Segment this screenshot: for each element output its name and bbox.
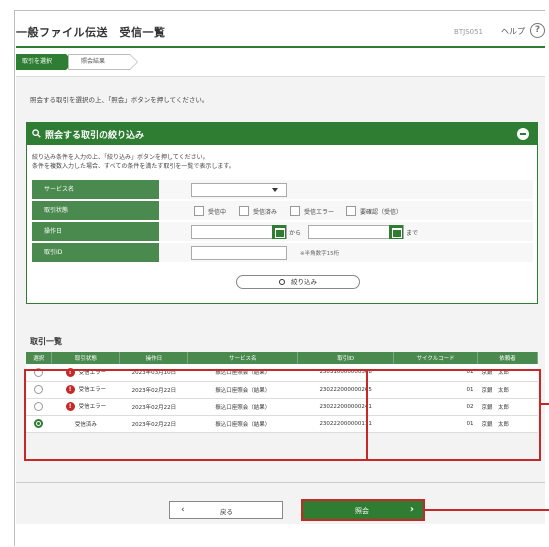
- page-header: 一般ファイル伝送 受信一覧 BTJS051 ヘルプ ?: [16, 14, 545, 48]
- transaction-id-input[interactable]: [191, 246, 287, 260]
- filter-button-label: 絞り込み: [291, 278, 317, 286]
- col-service: サービス名: [187, 352, 299, 364]
- calendar-icon[interactable]: [389, 225, 403, 239]
- search-icon: [32, 129, 41, 138]
- filter-note-line2: 条件を複数入力した場合、すべての条件を満たす取引を一覧で表示します。: [32, 163, 235, 170]
- service-value: [159, 180, 533, 199]
- calendar-icon[interactable]: [272, 225, 286, 239]
- filter-note: 絞り込み条件を入力の上、「絞り込み」ボタンを押してください。 条件を複数入力した…: [32, 153, 235, 171]
- id-value: ※半角数字15桁: [159, 243, 533, 262]
- col-status: 取引状態: [51, 352, 121, 364]
- callout-line-button: [425, 509, 549, 511]
- status-needs-check-label: 要確認（受信）: [360, 209, 403, 216]
- filter-row-id: 取引ID ※半角数字15桁: [32, 242, 533, 262]
- status-receiving-label: 受信中: [208, 209, 227, 216]
- filter-row-status: 取引状態 受信中 受信済み 受信エラー 要確認（受信）: [32, 200, 533, 220]
- status-label: 取引状態: [32, 201, 159, 220]
- filter-button[interactable]: 絞り込み: [236, 275, 360, 289]
- service-select[interactable]: [191, 183, 287, 197]
- id-hint: ※半角数字15桁: [300, 251, 340, 257]
- search-icon: [279, 279, 285, 285]
- list-highlight-frame-right: [366, 369, 541, 461]
- table-header-row: 選択 取引状態 操作日 サービス名 取引ID サイクルコード 依頼者: [26, 352, 538, 364]
- step-select-transaction: 取引を選択: [16, 54, 74, 70]
- col-cycle: サイクルコード: [393, 352, 478, 364]
- screen-id: BTJS051: [454, 28, 483, 36]
- date-label: 操作日: [32, 222, 159, 241]
- chevron-left-icon: ‹: [181, 505, 185, 515]
- callout-line-list: [541, 403, 549, 405]
- filter-row-service: サービス名: [32, 179, 533, 199]
- col-requester: 依頼者: [477, 352, 538, 364]
- question-circle-icon[interactable]: ?: [530, 23, 545, 38]
- col-date: 操作日: [119, 352, 189, 364]
- collapse-icon[interactable]: [517, 128, 529, 140]
- filter-panel-header[interactable]: 照会する取引の絞り込み: [27, 123, 537, 145]
- filter-panel-title: 照会する取引の絞り込み: [45, 131, 145, 141]
- chevron-down-icon: [272, 188, 278, 192]
- status-error-label: 受信エラー: [304, 209, 335, 216]
- status-needs-check-checkbox[interactable]: [346, 206, 356, 216]
- date-from-sep: から: [289, 230, 302, 237]
- inquiry-button[interactable]: 照会 ›: [301, 499, 425, 521]
- date-value: から まで: [159, 222, 533, 241]
- filter-row-date: 操作日 から まで: [32, 221, 533, 241]
- status-error-checkbox[interactable]: [290, 206, 300, 216]
- date-to-sep: まで: [406, 230, 419, 237]
- status-value: 受信中 受信済み 受信エラー 要確認（受信）: [159, 201, 533, 220]
- instruction-text: 照会する取引を選択の上、「照会」ボタンを押してください。: [30, 96, 209, 104]
- back-button-label: 戻る: [220, 508, 233, 516]
- step-inquiry-result: 照会結果: [68, 54, 138, 70]
- id-label: 取引ID: [32, 243, 159, 262]
- page-title: 一般ファイル伝送 受信一覧: [16, 26, 166, 39]
- chevron-right-icon: ›: [409, 504, 414, 515]
- list-title: 取引一覧: [30, 337, 62, 346]
- status-receiving-checkbox[interactable]: [194, 206, 204, 216]
- inquiry-button-label: 照会: [355, 507, 369, 515]
- filter-panel: 照会する取引の絞り込み 絞り込み条件を入力の上、「絞り込み」ボタンを押してくださ…: [26, 122, 538, 304]
- status-received-checkbox[interactable]: [239, 206, 249, 216]
- service-label: サービス名: [32, 180, 159, 199]
- divider: [16, 482, 545, 483]
- col-id: 取引ID: [297, 352, 395, 364]
- help-link[interactable]: ヘルプ: [501, 26, 525, 37]
- back-button[interactable]: ‹ 戻る: [169, 501, 283, 519]
- col-select: 選択: [26, 352, 53, 364]
- list-highlight-frame: [24, 369, 372, 461]
- filter-note-line1: 絞り込み条件を入力の上、「絞り込み」ボタンを押してください。: [32, 154, 209, 161]
- status-received-label: 受信済み: [253, 209, 278, 216]
